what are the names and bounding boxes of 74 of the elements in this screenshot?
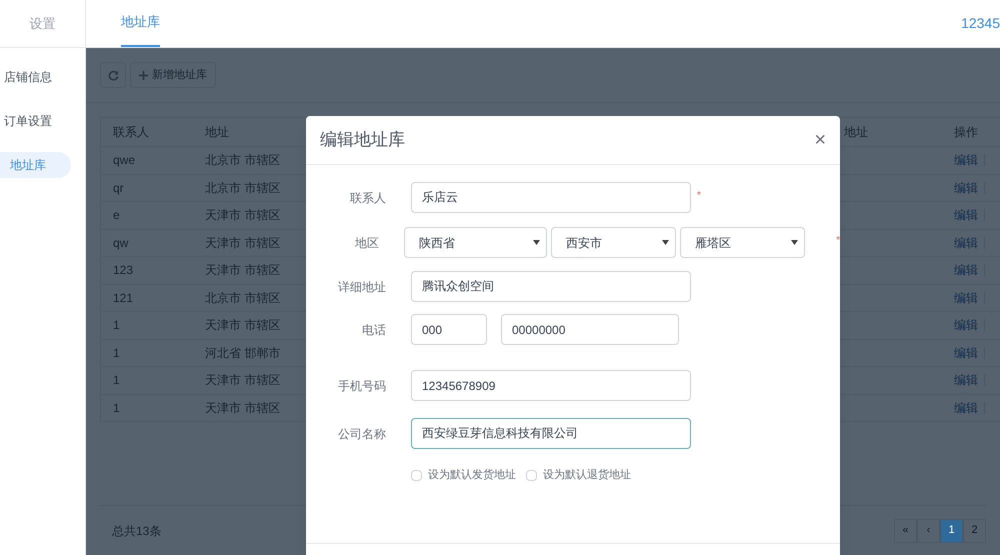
field-label: 联系人: [349, 190, 386, 206]
close-button[interactable]: ×: [814, 130, 826, 150]
input-field[interactable]: 乐店云: [411, 182, 691, 213]
table-cell: 天津市 市辖区: [205, 236, 280, 250]
caret-icon: [533, 240, 540, 245]
required-mark: *: [836, 234, 840, 248]
input-field[interactable]: 腾讯众创空间: [411, 271, 691, 302]
table-cell: 123: [113, 263, 134, 278]
sidebar-item[interactable]: 地址库: [0, 152, 71, 178]
input-field[interactable]: 00000000: [501, 314, 679, 345]
page-button[interactable]: ‹: [917, 518, 940, 542]
caret-icon: [662, 240, 670, 245]
select-field[interactable]: 陕西省: [404, 227, 548, 258]
input-field[interactable]: 12345678909: [411, 370, 691, 401]
page-button[interactable]: 1: [940, 518, 963, 542]
table-cell: 121: [113, 290, 134, 305]
sidebar-title: 设置: [30, 14, 56, 33]
edit-link[interactable]: 编辑: [954, 344, 978, 362]
table-cell: 北京市 市辖区: [205, 180, 280, 195]
edit-link[interactable]: 编辑: [954, 371, 978, 390]
edit-link[interactable]: 编辑: [954, 288, 978, 307]
page-button[interactable]: «: [894, 518, 917, 542]
checkbox-label: 设为默认退货地址: [543, 468, 631, 483]
required-mark: *: [697, 189, 701, 203]
table-cell: 天津市 市辖区: [205, 400, 280, 415]
caret-icon: [791, 240, 798, 245]
edit-link[interactable]: 编辑: [954, 316, 978, 334]
edit-link[interactable]: 编辑: [954, 151, 978, 170]
refresh-button[interactable]: [100, 62, 126, 88]
select-field[interactable]: 雁塔区: [680, 227, 806, 258]
table-cell: qwe: [113, 153, 136, 168]
table-cell: 北京市 市辖区: [205, 153, 280, 168]
edit-link[interactable]: 编辑: [954, 234, 978, 252]
checkbox[interactable]: [526, 470, 537, 481]
input-field[interactable]: 西安绿豆芽信息科技有限公司: [411, 418, 691, 449]
table-cell: 1: [113, 373, 120, 388]
table-cell: 天津市 市辖区: [205, 263, 280, 278]
column-header: 操作: [954, 125, 978, 139]
dialog-title: 编辑地址库: [320, 129, 405, 152]
edit-link[interactable]: 编辑: [954, 206, 978, 224]
field-label: 电话: [361, 322, 386, 338]
edit-link[interactable]: 编辑: [954, 398, 978, 417]
refresh-icon: [108, 70, 118, 80]
input-field[interactable]: 000: [411, 314, 487, 345]
table-cell: 1: [113, 346, 120, 360]
table-cell: qr: [113, 180, 124, 195]
edit-link[interactable]: 编辑: [954, 261, 978, 280]
sidebar-item[interactable]: 订单设置: [0, 108, 71, 134]
field-label: 公司名称: [337, 426, 386, 442]
table-cell: 1: [113, 318, 120, 332]
field-label: 详细地址: [337, 278, 386, 296]
sidebar-item[interactable]: 店铺信息: [0, 64, 71, 90]
column-header: 联系人: [113, 125, 149, 139]
table-cell: 天津市 市辖区: [205, 318, 280, 332]
table-cell: 河北省 邯郸市: [205, 346, 280, 360]
select-field[interactable]: 西安市: [551, 227, 676, 258]
checkbox-label: 设为默认发货地址: [428, 468, 516, 483]
column-header: 地址: [205, 125, 229, 139]
table-cell: 1: [113, 400, 120, 415]
user-link[interactable]: 12345: [961, 13, 1000, 34]
add-button[interactable]: 新增地址库: [130, 62, 216, 88]
total-count: 总共13条: [111, 522, 162, 540]
plus-icon: [139, 70, 148, 80]
table-cell: 天津市 市辖区: [205, 208, 280, 222]
checkbox[interactable]: [411, 470, 422, 481]
field-label: 地区: [354, 234, 380, 252]
table-cell: e: [113, 208, 120, 222]
table-cell: 北京市 市辖区: [205, 290, 280, 305]
table-cell: qw: [113, 236, 128, 250]
edit-link[interactable]: 编辑: [954, 178, 978, 197]
column-header: 地址: [844, 125, 868, 139]
table-cell: 天津市 市辖区: [205, 373, 280, 388]
page-button[interactable]: 2: [963, 518, 986, 542]
field-label: 手机号码: [337, 378, 386, 394]
